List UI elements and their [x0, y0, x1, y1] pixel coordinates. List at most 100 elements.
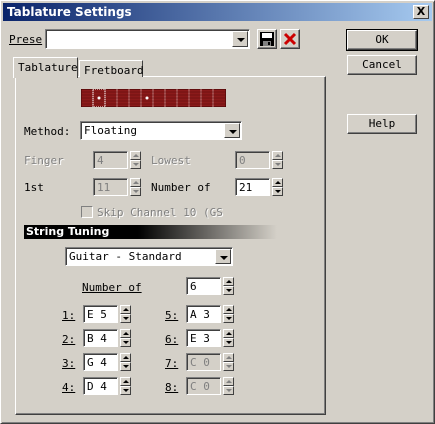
string-3-input[interactable]: G 4 [83, 353, 118, 371]
lowest-input: 0 [235, 151, 270, 169]
spin-up-icon [272, 151, 283, 160]
finger-label: Finger [24, 154, 64, 167]
spin-up-icon[interactable] [223, 329, 234, 338]
spin-down-icon[interactable] [223, 314, 234, 323]
string-5-value: A 3 [190, 308, 210, 321]
cancel-button[interactable]: Cancel [347, 55, 417, 75]
string-5-label: 5: [165, 309, 179, 322]
spin-up-icon[interactable] [120, 329, 131, 338]
string-7-input: C 0 [186, 353, 221, 371]
spin-down-icon [223, 386, 234, 395]
spin-down-icon[interactable] [223, 286, 234, 295]
spin-up-icon[interactable] [223, 305, 234, 314]
spin-up-icon [130, 178, 141, 187]
string-4-input[interactable]: D 4 [83, 377, 118, 395]
string-2-input[interactable]: B 4 [83, 329, 118, 347]
string-3-label: 3: [62, 357, 76, 370]
spin-up-icon[interactable] [120, 305, 131, 314]
number-of-frets-input[interactable]: 21 [235, 178, 270, 196]
tab-fretboard-label: Fretboard [84, 64, 144, 77]
string-tuning-header: String Tuning [24, 225, 277, 239]
first-input: 11 [93, 178, 128, 196]
save-disk-icon [260, 32, 274, 46]
lowest-spinner [272, 151, 283, 169]
string-2-value: B 4 [87, 332, 107, 345]
string-4-value: D 4 [87, 380, 107, 393]
string-2-spinner[interactable] [120, 329, 131, 347]
finger-input: 4 [93, 151, 128, 169]
chevron-down-icon[interactable] [224, 123, 240, 138]
spin-down-icon[interactable] [223, 338, 234, 347]
spin-down-icon[interactable] [120, 314, 131, 323]
spin-down-icon[interactable] [120, 386, 131, 395]
method-value: Floating [84, 124, 137, 137]
tab-tablature[interactable]: Tablature [13, 57, 78, 78]
title-bar[interactable]: Tablature Settings X [3, 3, 432, 21]
string-1-value: E 5 [87, 308, 107, 321]
spin-down-icon[interactable] [120, 362, 131, 371]
window-title: Tablature Settings [7, 5, 132, 19]
spin-down-icon[interactable] [120, 338, 131, 347]
string-6-input[interactable]: E 3 [186, 329, 221, 347]
spin-up-icon [223, 377, 234, 386]
string-1-input[interactable]: E 5 [83, 305, 118, 323]
string-6-value: E 3 [190, 332, 210, 345]
save-preset-button[interactable] [257, 29, 277, 49]
spin-down-icon [223, 362, 234, 371]
fretboard-preview [81, 89, 226, 107]
string-7-label: 7: [165, 357, 179, 370]
first-value: 11 [97, 181, 111, 194]
string-7-spinner [223, 353, 234, 371]
spin-down-icon [130, 187, 141, 196]
string-8-spinner [223, 377, 234, 395]
spin-up-icon[interactable] [272, 178, 283, 187]
number-of-strings-label: Number of [82, 281, 142, 294]
skip-channel-label: Skip Channel 10 (GS [97, 206, 223, 219]
string-5-input[interactable]: A 3 [186, 305, 221, 323]
string-4-spinner[interactable] [120, 377, 131, 395]
dialog-window: Tablature Settings X Prese OK Cancel Hel… [0, 0, 435, 424]
chevron-down-icon[interactable] [215, 249, 231, 264]
chevron-down-icon[interactable] [232, 31, 248, 47]
string-8-value: C 0 [190, 380, 210, 393]
number-of-frets-label: Number of [151, 181, 211, 194]
spin-down-icon [130, 160, 141, 169]
first-spinner [130, 178, 141, 196]
number-of-frets-spinner[interactable] [272, 178, 283, 196]
string-4-label: 4: [62, 381, 76, 394]
string-5-spinner[interactable] [223, 305, 234, 323]
finger-spinner [130, 151, 141, 169]
preset-label: Prese [9, 33, 43, 46]
number-of-strings-value: 6 [190, 280, 197, 293]
spin-down-icon[interactable] [272, 187, 283, 196]
tuning-preset-value: Guitar - Standard [69, 250, 182, 263]
string-1-spinner[interactable] [120, 305, 131, 323]
string-3-value: G 4 [87, 356, 107, 369]
tuning-preset-dropdown[interactable]: Guitar - Standard [65, 247, 233, 266]
first-label: 1st [24, 181, 44, 194]
help-button[interactable]: Help [347, 114, 417, 134]
tab-tablature-label: Tablature [18, 61, 78, 74]
finger-value: 4 [97, 154, 104, 167]
skip-channel-checkbox [81, 206, 93, 218]
method-dropdown[interactable]: Floating [80, 121, 242, 140]
tab-fretboard[interactable]: Fretboard [79, 60, 144, 77]
string-3-spinner[interactable] [120, 353, 131, 371]
spin-up-icon [130, 151, 141, 160]
lowest-label: Lowest [151, 154, 191, 167]
delete-preset-button[interactable] [280, 29, 300, 49]
fret-dot [97, 96, 101, 100]
string-2-label: 2: [62, 333, 76, 346]
string-6-spinner[interactable] [223, 329, 234, 347]
spin-down-icon [272, 160, 283, 169]
preset-combobox[interactable] [45, 29, 250, 49]
number-of-strings-spinner[interactable] [223, 277, 234, 295]
delete-x-icon [283, 32, 297, 46]
close-button[interactable]: X [413, 5, 429, 19]
ok-button[interactable]: OK [346, 29, 418, 51]
spin-up-icon[interactable] [223, 277, 234, 286]
spin-up-icon[interactable] [120, 377, 131, 386]
method-label: Method: [24, 125, 71, 138]
number-of-strings-input[interactable]: 6 [186, 277, 221, 295]
spin-up-icon[interactable] [120, 353, 131, 362]
